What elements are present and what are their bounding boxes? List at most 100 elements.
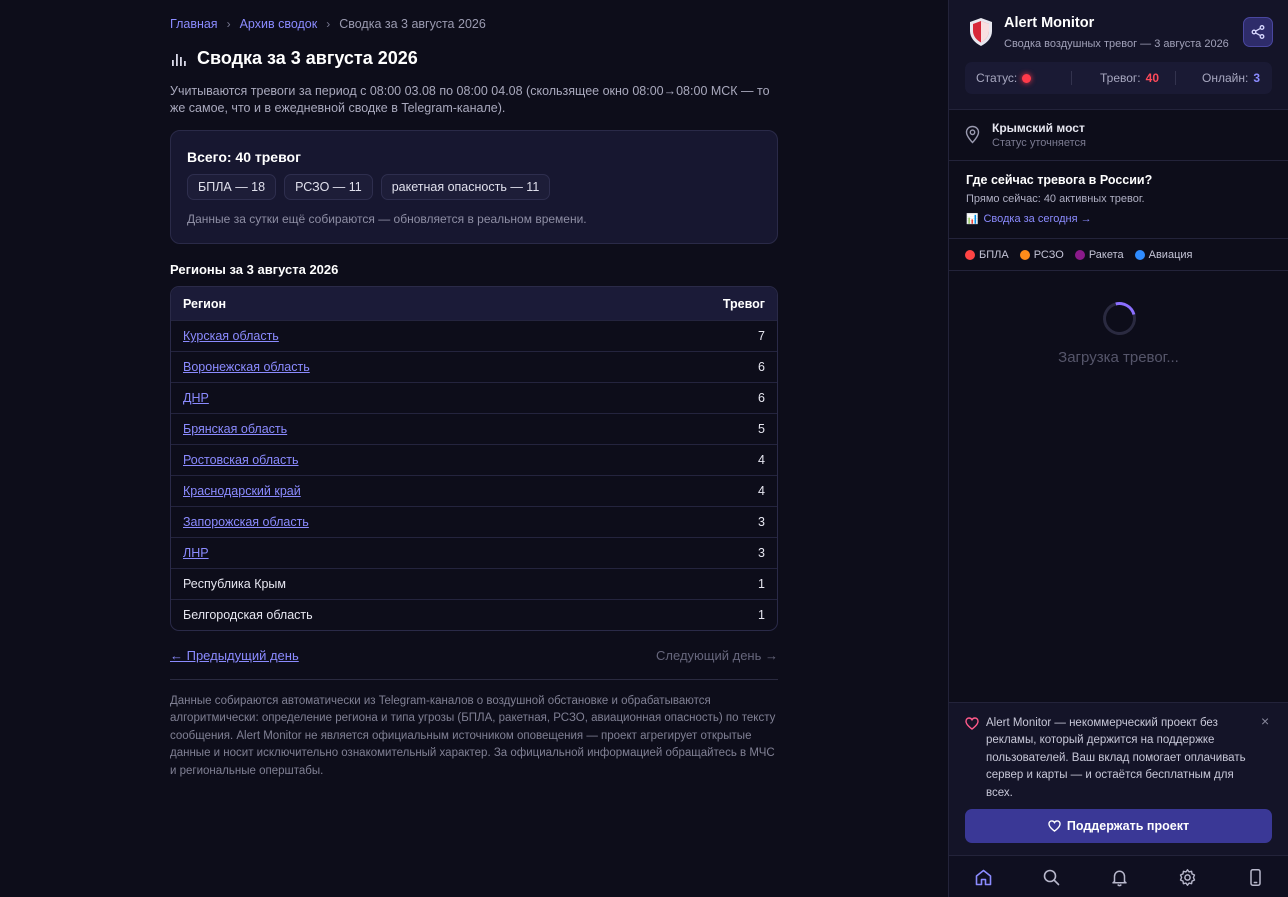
sidebar: Alert Monitor Сводка воздушных тревог — … — [948, 0, 1288, 897]
gear-icon — [1179, 868, 1195, 886]
breadcrumb-archive[interactable]: Архив сводок — [240, 17, 318, 31]
region-link[interactable]: Воронежская область — [183, 360, 310, 374]
legend-dot — [1019, 250, 1030, 260]
intro-text: Учитываются тревоги за период с 08:00 03… — [170, 84, 770, 115]
bell-icon — [1111, 870, 1127, 886]
region-count: 7 — [758, 329, 765, 343]
collecting-note: Данные за сутки ещё собираются — обновля… — [187, 212, 587, 226]
map-pin-icon — [965, 125, 980, 144]
phone-icon — [1249, 868, 1261, 886]
bridge-status: Статус уточняется — [992, 137, 1087, 149]
region-count: 4 — [758, 484, 765, 498]
close-icon[interactable]: × — [1261, 713, 1269, 729]
status-separator — [1175, 71, 1176, 85]
table-row: Краснодарский край 4 — [171, 475, 777, 506]
online-cell: Онлайн: 3 — [1202, 71, 1260, 85]
donate-panel: Alert Monitor — некоммерческий проект бе… — [949, 702, 1288, 855]
home-icon — [975, 869, 991, 885]
support-project-label: Поддержать проект — [1066, 819, 1190, 833]
region-count: 6 — [758, 360, 765, 374]
region-name: Белгородская область — [183, 608, 313, 622]
region-link[interactable]: Краснодарский край — [183, 484, 301, 498]
where-alert-section: Где сейчас тревога в России? Прямо сейча… — [949, 162, 1288, 239]
support-project-button[interactable]: Поддержать проект — [965, 809, 1272, 843]
nav-search[interactable] — [1041, 867, 1061, 887]
region-link[interactable]: ЛНР — [183, 546, 209, 560]
status-separator — [1071, 71, 1072, 85]
table-row: Ростовская область 4 — [171, 444, 777, 475]
region-link[interactable]: Курская область — [183, 329, 279, 343]
status-bar: Статус: Тревог: 40 Онлайн: 3 — [965, 62, 1272, 94]
prev-day-link[interactable]: ← Предыдущий день — [170, 648, 299, 663]
sidebar-header: Alert Monitor Сводка воздушных тревог — … — [949, 0, 1288, 110]
crimean-bridge-status[interactable]: Крымский мост Статус уточняется — [949, 111, 1288, 161]
table-header: Регион Тревог — [171, 287, 777, 320]
legend-dot — [965, 250, 975, 260]
online-label: Онлайн: — [1202, 71, 1249, 85]
region-link[interactable]: Ростовская область — [183, 453, 299, 467]
heart-icon — [1048, 820, 1061, 832]
disclaimer: Данные собираются автоматически из Teleg… — [170, 695, 776, 777]
breadcrumb-separator: › — [226, 17, 231, 31]
app-title: Alert Monitor — [1004, 15, 1095, 31]
status-indicator — [1022, 73, 1032, 83]
bridge-title: Крымский мост — [992, 121, 1085, 135]
app-subtitle: Сводка воздушных тревог — 3 августа 2026 — [1004, 38, 1229, 50]
region-count: 3 — [758, 515, 765, 529]
next-day-link: Следующий день → — [656, 648, 778, 663]
summary-card: Всего: 40 тревог БПЛА — 18 РСЗО — 11 рак… — [170, 130, 778, 244]
legend-item-aviation: Авиация — [1134, 249, 1192, 261]
today-summary-link[interactable]: 📊 Сводка за сегодня → — [966, 213, 1092, 225]
active-alerts-now: Прямо сейчас: 40 активных тревог. — [966, 193, 1145, 205]
heart-icon — [965, 717, 979, 730]
online-count: 3 — [1253, 71, 1260, 85]
region-count: 4 — [758, 453, 765, 467]
search-icon — [1043, 869, 1059, 885]
where-title: Где сейчас тревога в России? — [966, 173, 1153, 187]
loading-spinner — [1096, 295, 1143, 342]
bar-chart-icon: 📊 — [966, 213, 979, 225]
legend-label: РСЗО — [1033, 249, 1064, 261]
share-icon — [1251, 25, 1265, 39]
legend-dot — [1074, 250, 1085, 260]
day-navigation: ← Предыдущий день Следующий день → — [170, 648, 778, 663]
breadcrumb-home[interactable]: Главная — [170, 17, 218, 31]
legend-item-uav: БПЛА — [965, 249, 1009, 261]
nav-settings[interactable] — [1177, 867, 1197, 887]
regions-title: Регионы за 3 августа 2026 — [170, 262, 339, 277]
breadcrumb-separator: › — [326, 17, 331, 31]
status-cell: Статус: — [976, 71, 1032, 85]
region-link[interactable]: Брянская область — [183, 422, 287, 436]
chip-missile: ракетная опасность — 11 — [380, 174, 551, 200]
breadcrumb: Главная › Архив сводок › Сводка за 3 авг… — [170, 17, 486, 31]
share-button[interactable] — [1243, 17, 1273, 47]
table-row: ДНР 6 — [171, 382, 777, 413]
table-row: ЛНР 3 — [171, 537, 777, 568]
col-region: Регион — [183, 296, 227, 311]
table-row: Курская область 7 — [171, 320, 777, 351]
nav-home[interactable] — [973, 867, 993, 887]
chip-mlrs: РСЗО — 11 — [284, 174, 373, 200]
region-count: 3 — [758, 546, 765, 560]
table-row: Запорожская область 3 — [171, 506, 777, 537]
threat-chips: БПЛА — 18 РСЗО — 11 ракетная опасность —… — [187, 174, 761, 200]
divider — [170, 679, 778, 680]
table-row: Белгородская область 1 — [171, 599, 777, 630]
bar-chart-icon — [172, 53, 186, 66]
page-title: Сводка за 3 августа 2026 — [170, 48, 418, 69]
shield-logo-icon — [970, 18, 992, 46]
region-name: Республика Крым — [183, 577, 287, 591]
legend-item-missile: Ракета — [1074, 249, 1124, 261]
donate-text: Alert Monitor — некоммерческий проект бе… — [986, 717, 1246, 799]
region-count: 6 — [758, 391, 765, 405]
region-link[interactable]: Запорожская область — [183, 515, 309, 529]
region-count: 1 — [758, 577, 765, 591]
status-label: Статус: — [976, 71, 1018, 85]
table-row: Республика Крым 1 — [171, 568, 777, 599]
today-summary-label: Сводка за сегодня → — [983, 213, 1092, 225]
region-count: 1 — [758, 608, 765, 622]
nav-mobile-app[interactable] — [1245, 867, 1265, 887]
breadcrumb-current: Сводка за 3 августа 2026 — [339, 17, 486, 31]
nav-notifications[interactable] — [1109, 867, 1129, 887]
region-link[interactable]: ДНР — [183, 391, 209, 405]
